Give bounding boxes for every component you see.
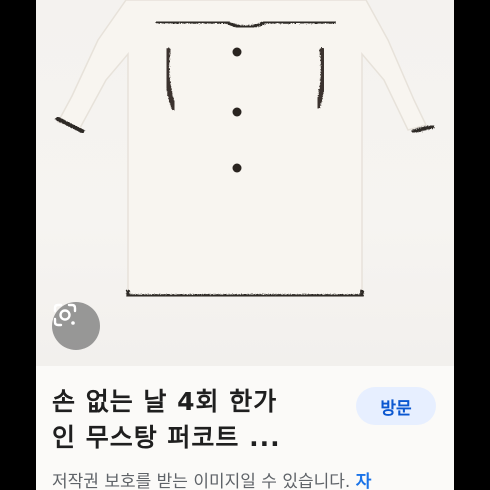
notice-more-link[interactable]: 자 xyxy=(356,472,372,490)
search-result-card[interactable]: 손 없는 날 4회 한가 인 무스탕 퍼코트 ... 방문 저작권 보호를 받는… xyxy=(36,0,454,490)
google-lens-icon xyxy=(53,303,77,327)
coat-button xyxy=(232,163,242,173)
coat-body xyxy=(56,0,428,297)
visit-button[interactable]: 방문 xyxy=(356,387,436,425)
lens-search-button[interactable] xyxy=(52,302,100,350)
coat-illustration xyxy=(55,0,435,298)
copyright-notice: 저작권 보호를 받는 이미지일 수 있습니다. 자 xyxy=(52,470,454,490)
notice-text: 저작권 보호를 받는 이미지일 수 있습니다. xyxy=(52,472,351,490)
title-line-1: 손 없는 날 4회 한가 xyxy=(52,387,278,416)
title-line-2: 인 무스탕 퍼코트 ... xyxy=(52,423,281,452)
result-title[interactable]: 손 없는 날 4회 한가 인 무스탕 퍼코트 ... xyxy=(52,384,332,456)
product-image-coat[interactable] xyxy=(36,0,454,366)
coat-button xyxy=(232,107,242,117)
coat-button xyxy=(232,47,242,57)
